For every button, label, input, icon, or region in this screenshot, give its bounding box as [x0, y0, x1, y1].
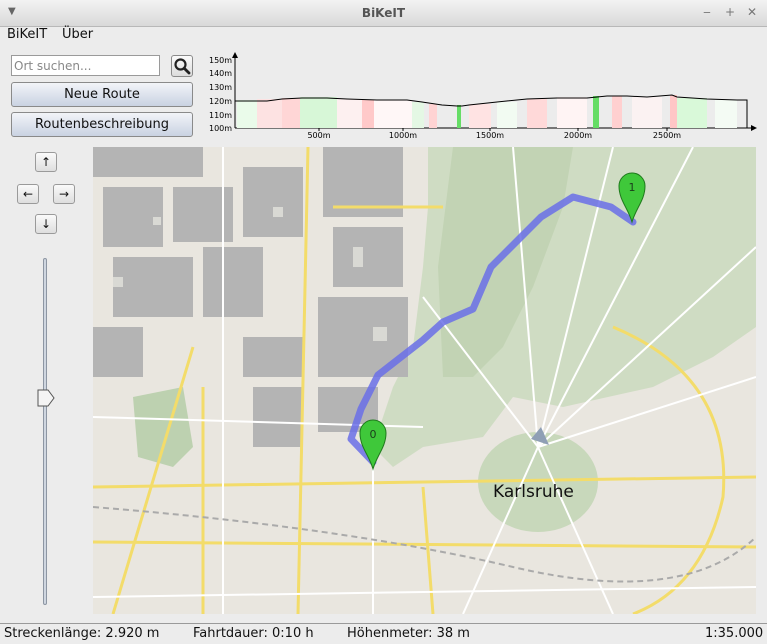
city-label: Karlsruhe [493, 482, 574, 502]
status-scale: 1:35.000 [705, 626, 764, 641]
status-duration: Fahrtdauer: 0:10 h [193, 626, 314, 641]
route-description-button[interactable]: Routenbeschreibung [11, 112, 193, 137]
y-tick-label: 110m [209, 111, 232, 120]
minimize-icon[interactable]: ‒ [700, 5, 714, 19]
map-canvas: Karlsruhe 0 1 [93, 147, 756, 614]
window-title: BiKeIT [361, 6, 406, 20]
elevation-profile: 150m 140m 130m 120m 110m 100m 500m 1000m… [209, 52, 757, 140]
y-tick-label: 130m [209, 83, 232, 92]
pan-right-button[interactable]: → [53, 184, 75, 204]
marker-label: 0 [370, 428, 377, 441]
marker-label: 1 [629, 181, 636, 194]
zoom-slider-thumb[interactable] [37, 389, 55, 407]
search-icon [174, 58, 191, 75]
x-tick-label: 500m [307, 131, 330, 140]
menu-bar: BiKeIT Über [0, 27, 767, 45]
pan-left-button[interactable]: ← [17, 184, 39, 204]
x-tick-label: 1000m [389, 131, 417, 140]
new-route-button[interactable]: Neue Route [11, 82, 193, 107]
y-tick-label: 100m [209, 124, 232, 133]
title-bar: ▼ BiKeIT ‒ + ✕ [0, 0, 767, 27]
menu-item-uber[interactable]: Über [62, 27, 93, 42]
pan-up-button[interactable]: ↑ [35, 152, 57, 172]
map-view[interactable]: Karlsruhe 0 1 [93, 147, 756, 614]
status-distance: Streckenlänge: 2.920 m [4, 626, 160, 641]
y-tick-label: 150m [209, 56, 232, 65]
close-icon[interactable]: ✕ [745, 5, 759, 19]
elevation-gradient-bands [237, 95, 737, 128]
maximize-icon[interactable]: + [723, 5, 737, 19]
search-input[interactable] [11, 55, 160, 76]
x-tick-label: 1500m [476, 131, 504, 140]
zoom-slider-track[interactable] [43, 258, 47, 605]
x-tick-label: 2000m [564, 131, 592, 140]
menu-item-bikeit[interactable]: BiKeIT [7, 27, 47, 42]
pan-down-button[interactable]: ↓ [35, 214, 57, 234]
search-button[interactable] [171, 55, 193, 77]
x-tick-label: 2500m [653, 131, 681, 140]
y-tick-label: 120m [209, 97, 232, 106]
park-area [133, 387, 193, 467]
status-elevation: Höhenmeter: 38 m [347, 626, 470, 641]
y-tick-label: 140m [209, 69, 232, 78]
status-bar: Streckenlänge: 2.920 m Fahrtdauer: 0:10 … [0, 623, 767, 644]
